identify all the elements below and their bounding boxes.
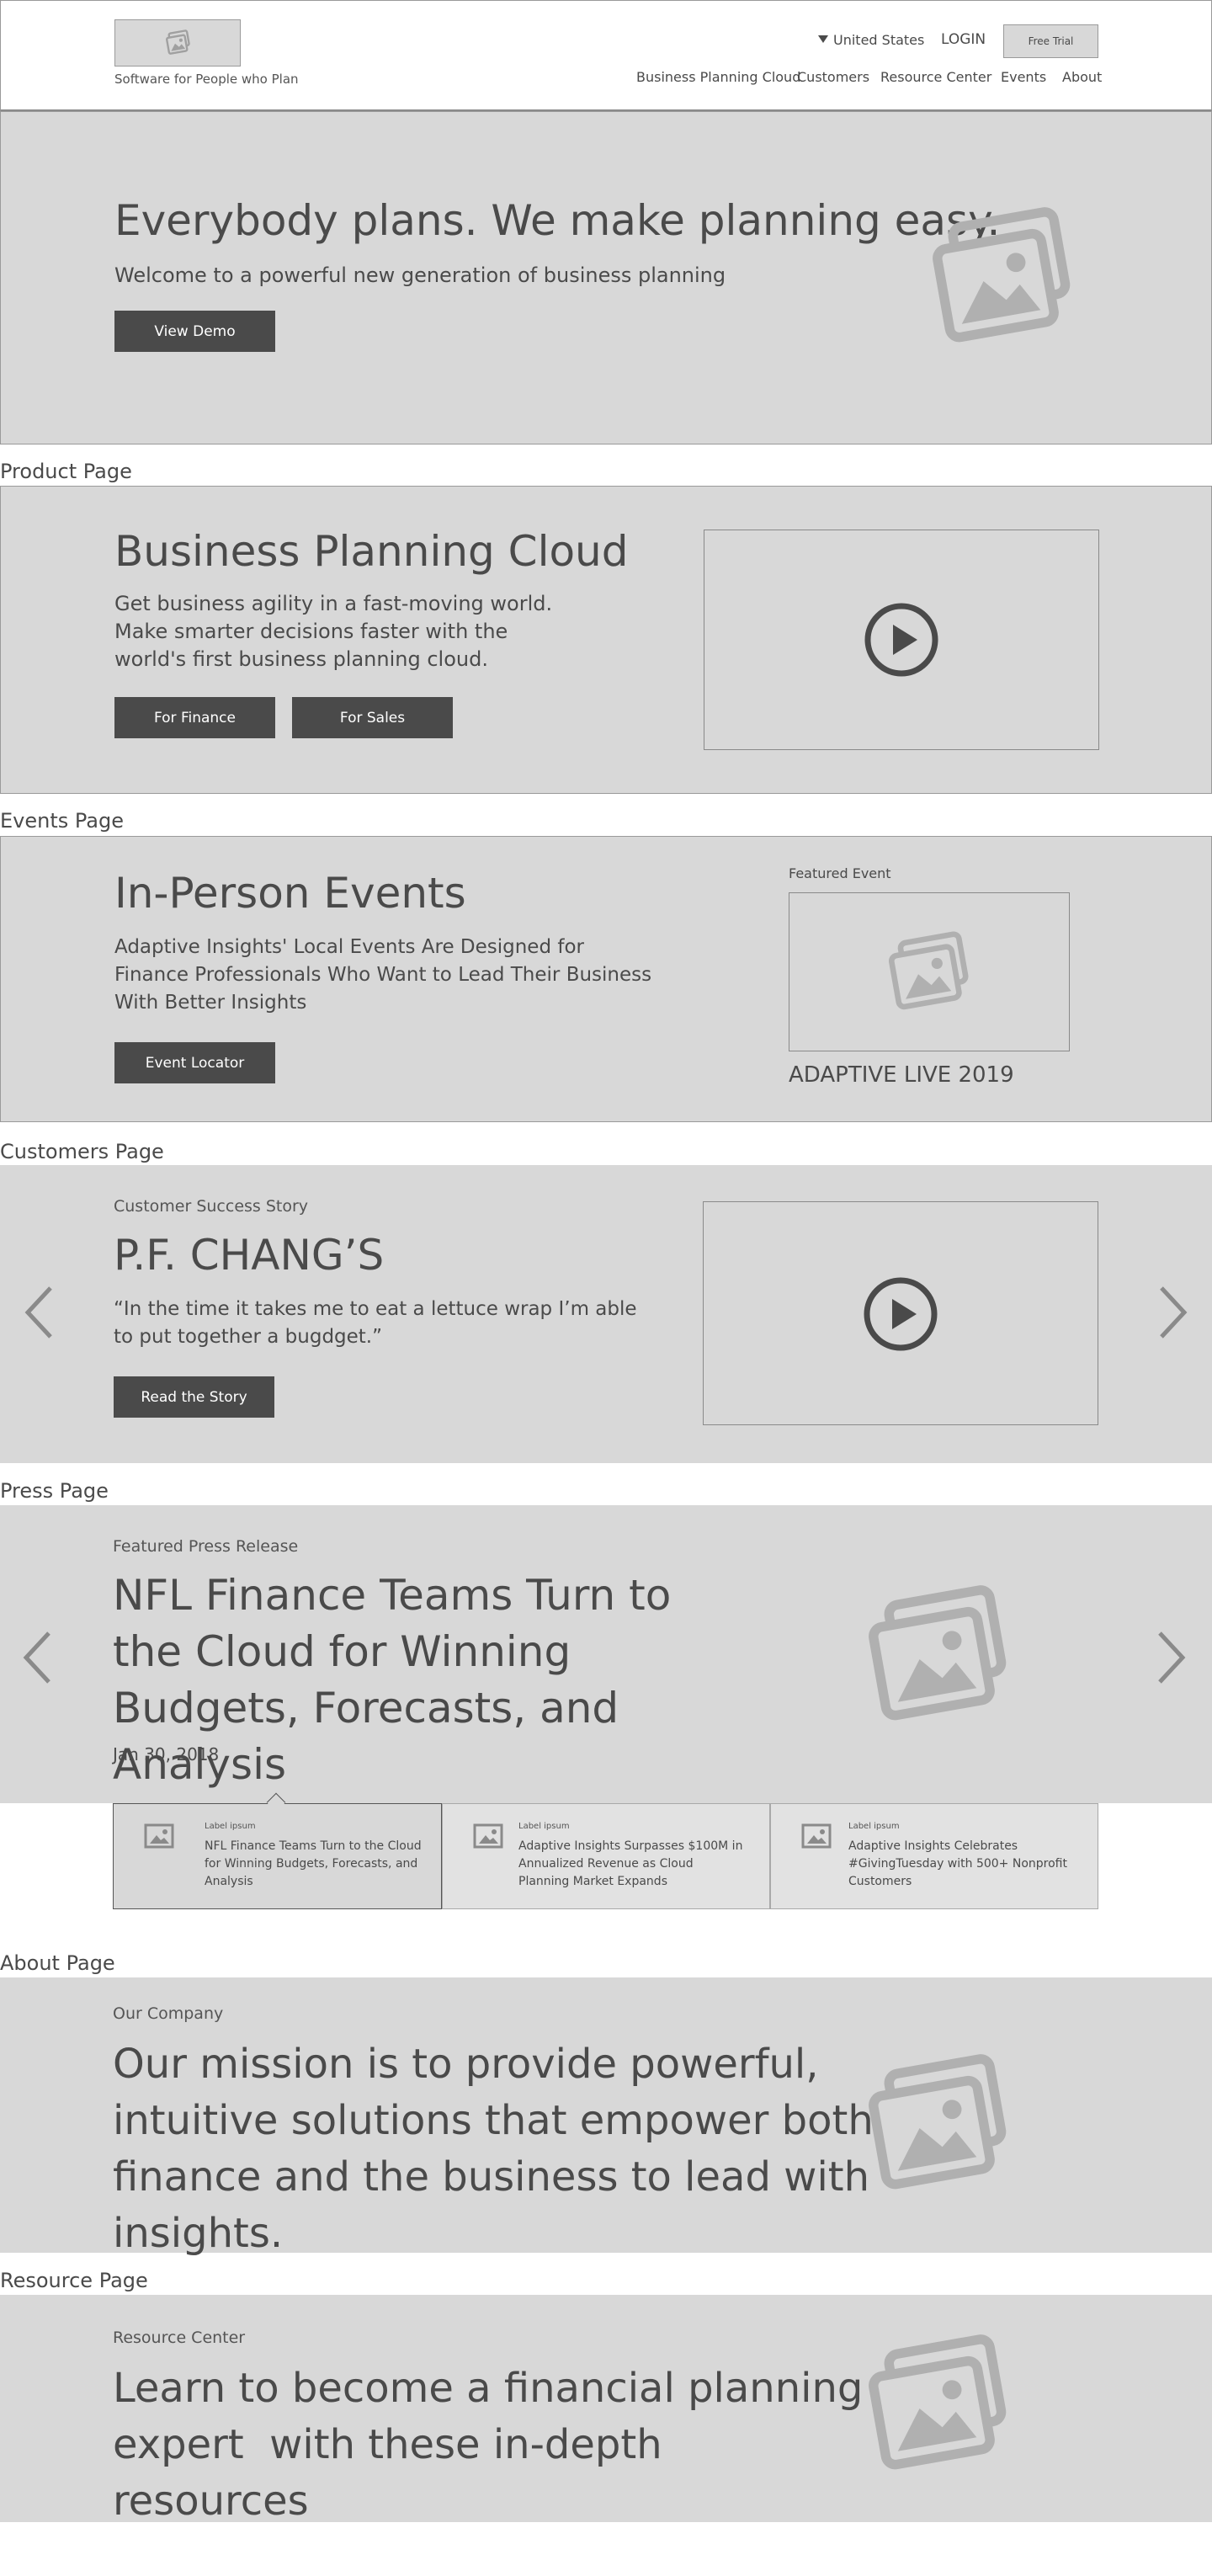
for-sales-button[interactable]: For Sales: [292, 697, 453, 738]
chevron-right-icon[interactable]: [1156, 1630, 1187, 1689]
resource-image-icon: [858, 2325, 1018, 2485]
section-label-product: Product Page: [0, 460, 132, 483]
customer-video[interactable]: [703, 1201, 1098, 1425]
product-section: Business Planning Cloud Get business agi…: [0, 486, 1212, 794]
press-tile[interactable]: Label ipsum Adaptive Insights Celebrates…: [770, 1803, 1098, 1909]
events-section: In-Person Events Adaptive Insights' Loca…: [0, 836, 1212, 1122]
section-label-resource: Resource Page: [0, 2269, 148, 2292]
section-label-customers: Customers Page: [0, 1140, 164, 1163]
chevron-right-icon[interactable]: [1158, 1285, 1188, 1344]
events-body: Adaptive Insights' Local Events Are Desi…: [114, 936, 652, 1014]
product-video[interactable]: [704, 530, 1099, 750]
customer-quote: “In the time it takes me to eat a lettuc…: [114, 1298, 637, 1348]
section-label-events: Events Page: [0, 809, 124, 833]
nav-item-resource-center[interactable]: Resource Center: [880, 69, 991, 85]
event-locator-button[interactable]: Event Locator: [114, 1042, 275, 1083]
view-demo-button[interactable]: View Demo: [114, 311, 275, 352]
nav-item-events[interactable]: Events: [1001, 69, 1046, 85]
nav-item-customers[interactable]: Customers: [797, 69, 869, 85]
product-title: Business Planning Cloud: [114, 527, 629, 576]
caret-down-icon[interactable]: [818, 35, 828, 43]
section-label-press: Press Page: [0, 1479, 109, 1503]
featured-event-label: Featured Event: [789, 865, 891, 881]
free-trial-button[interactable]: Free Trial: [1003, 24, 1098, 58]
logo-image-icon: [164, 29, 193, 57]
about-mission-statement: Our mission is to provide powerful, intu…: [113, 2041, 874, 2257]
image-placeholder-icon: [473, 1823, 503, 1852]
play-icon[interactable]: [863, 1276, 938, 1355]
chevron-left-icon[interactable]: [24, 1285, 54, 1344]
image-placeholder-icon: [801, 1823, 832, 1852]
press-tile-text: Adaptive Insights Surpasses $100M in Ann…: [518, 1839, 743, 1888]
hero-title: Everybody plans. We make planning easy.: [114, 196, 1001, 245]
events-title: In-Person Events: [114, 869, 466, 918]
for-finance-button[interactable]: For Finance: [114, 697, 275, 738]
customers-eyebrow: Customer Success Story: [114, 1197, 309, 1216]
chevron-left-icon[interactable]: [22, 1630, 52, 1689]
about-section: Our Company Our mission is to provide po…: [0, 1977, 1212, 2257]
image-placeholder-icon: [144, 1823, 174, 1852]
read-the-story-button[interactable]: Read the Story: [114, 1376, 274, 1418]
site-header: Software for People who Plan United Stat…: [0, 0, 1212, 111]
press-tile-label: Label ipsum: [518, 1822, 570, 1831]
featured-event-image-icon: [883, 926, 975, 1019]
press-tile-text: NFL Finance Teams Turn to the Cloud for …: [205, 1839, 422, 1888]
press-tile[interactable]: Label ipsum NFL Finance Teams Turn to th…: [113, 1803, 442, 1909]
resource-eyebrow: Resource Center: [113, 2329, 246, 2347]
press-date: Jan 30, 2018: [113, 1744, 220, 1764]
customers-title: P.F. CHANG’S: [114, 1231, 385, 1280]
tagline: Software for People who Plan: [114, 72, 299, 87]
press-section: Featured Press Release NFL Finance Teams…: [0, 1505, 1212, 1803]
nav-item-business-planning-cloud[interactable]: Business Planning Cloud: [636, 69, 800, 85]
section-label-about: About Page: [0, 1951, 115, 1975]
country-selector[interactable]: United States: [833, 32, 924, 48]
resource-section: Resource Center Learn to become a financ…: [0, 2295, 1212, 2525]
hero-subtitle: Welcome to a powerful new generation of …: [114, 263, 726, 287]
product-body: Get business agility in a fast-moving wo…: [114, 592, 553, 671]
nav-item-about[interactable]: About: [1062, 69, 1102, 85]
press-tile-text: Adaptive Insights Celebrates #GivingTues…: [848, 1839, 1067, 1888]
play-icon[interactable]: [864, 602, 939, 681]
login-link[interactable]: LOGIN: [941, 31, 986, 48]
resource-title: Learn to become a financial planning exp…: [113, 2365, 876, 2525]
hero-image-icon: [922, 198, 1082, 358]
hero-section: Everybody plans. We make planning easy. …: [0, 111, 1212, 444]
press-tile-label: Label ipsum: [205, 1822, 256, 1831]
press-eyebrow: Featured Press Release: [113, 1537, 299, 1556]
press-tiles: Label ipsum NFL Finance Teams Turn to th…: [113, 1792, 1098, 1909]
customers-section: Customer Success Story P.F. CHANG’S “In …: [0, 1165, 1212, 1463]
logo[interactable]: [114, 19, 241, 67]
press-image-icon: [858, 1576, 1018, 1736]
press-tile[interactable]: Label ipsum Adaptive Insights Surpasses …: [442, 1803, 770, 1909]
featured-event-image[interactable]: [789, 892, 1070, 1051]
featured-event-name[interactable]: ADAPTIVE LIVE 2019: [789, 1062, 1014, 1088]
press-tile-label: Label ipsum: [848, 1822, 900, 1831]
about-eyebrow: Our Company: [113, 2004, 224, 2023]
